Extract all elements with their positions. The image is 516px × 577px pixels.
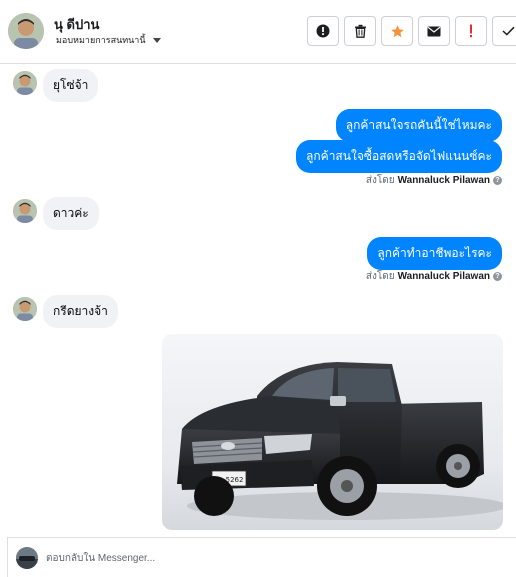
conversation-actions [307, 16, 516, 46]
customer-avatar-small [13, 199, 37, 223]
conversation-header: นุ ดีปาน มอบหมายการสนทนานี้ [0, 0, 516, 64]
assign-conversation-dropdown[interactable]: มอบหมายการสนทนานี้ [56, 33, 161, 47]
mark-spam-button[interactable] [307, 16, 339, 46]
reply-composer[interactable]: ตอบกลับใน Messenger... [7, 537, 516, 577]
checkmark-icon [501, 26, 515, 36]
incoming-message: ดาวค่ะ [43, 197, 99, 230]
pickup-truck-photo[interactable]: ผข 5262 [162, 334, 503, 530]
customer-avatar[interactable] [8, 13, 44, 49]
incoming-message: ยุโซ่จ้า [43, 69, 99, 102]
incoming-message: กรีดยางจ้า [43, 295, 118, 328]
follow-up-button[interactable] [455, 16, 487, 46]
help-icon[interactable]: ? [493, 176, 502, 185]
help-icon[interactable]: ? [493, 272, 502, 281]
sender-name[interactable]: Wannaluck Pilawan [398, 271, 490, 282]
delete-button[interactable] [344, 16, 376, 46]
outgoing-message: ลูกค้าสนใจซื้อสดหรือจัดไฟแนนซ์คะ [296, 140, 502, 173]
star-button[interactable] [381, 16, 413, 46]
envelope-icon [427, 26, 441, 36]
alert-circle-icon [316, 24, 330, 38]
mark-done-button[interactable] [492, 16, 516, 46]
sent-by-prefix: ส่งโดย [365, 175, 395, 186]
outgoing-message: ลูกค้าสนใจรถคันนี้ใช่ไหมคะ [335, 109, 502, 142]
sender-name[interactable]: Wannaluck Pilawan [398, 175, 490, 186]
customer-avatar-small [13, 297, 37, 321]
page-avatar [16, 547, 38, 569]
reply-input[interactable]: ตอบกลับใน Messenger... [46, 551, 155, 566]
star-icon [390, 24, 404, 37]
caret-down-icon [152, 37, 161, 43]
outgoing-message: ลูกค้าทำอาชีพอะไรคะ [367, 237, 502, 270]
mark-unread-button[interactable] [418, 16, 450, 46]
sent-by-prefix: ส่งโดย [365, 271, 395, 282]
customer-name[interactable]: นุ ดีปาน [54, 14, 99, 35]
trash-icon [354, 24, 366, 38]
sent-by-label: ส่งโดย Wannaluck Pilawan ? [366, 269, 502, 284]
sent-by-label: ส่งโดย Wannaluck Pilawan ? [366, 173, 502, 188]
assign-label: มอบหมายการสนทนานี้ [56, 35, 146, 45]
customer-avatar-small [13, 71, 37, 95]
exclamation-icon [470, 24, 472, 38]
